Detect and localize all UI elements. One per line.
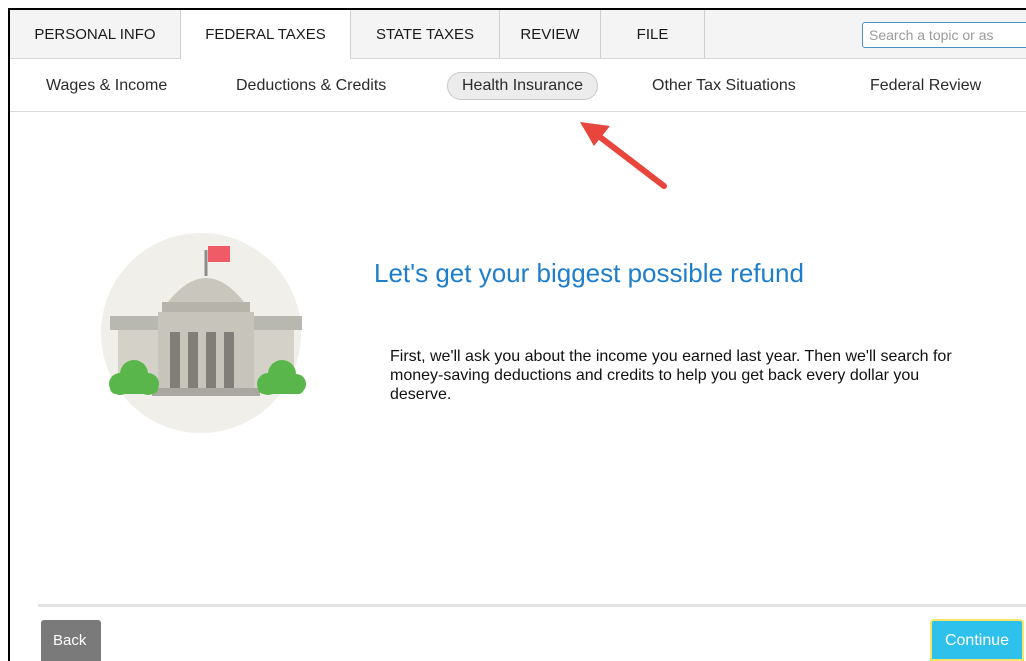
subnav-other-tax-situations[interactable]: Other Tax Situations bbox=[652, 73, 796, 99]
tab-review[interactable]: REVIEW bbox=[500, 10, 601, 58]
tab-file[interactable]: FILE bbox=[601, 10, 705, 58]
subnav-wages-income[interactable]: Wages & Income bbox=[46, 73, 167, 99]
footer-divider bbox=[38, 604, 1026, 607]
app-frame: PERSONAL INFO FEDERAL TAXES STATE TAXES … bbox=[8, 8, 1026, 661]
capitol-building-icon bbox=[101, 233, 306, 433]
subnav-federal-review[interactable]: Federal Review bbox=[870, 73, 981, 99]
tab-state-taxes[interactable]: STATE TAXES bbox=[351, 10, 500, 58]
back-button[interactable]: Back bbox=[41, 620, 101, 661]
top-tab-bar: PERSONAL INFO FEDERAL TAXES STATE TAXES … bbox=[10, 10, 1026, 59]
subnav-deductions-credits[interactable]: Deductions & Credits bbox=[236, 73, 386, 99]
sub-navigation: Wages & Income Deductions & Credits Heal… bbox=[10, 59, 1026, 112]
red-arrow-icon bbox=[580, 122, 667, 189]
tab-personal-info[interactable]: PERSONAL INFO bbox=[10, 10, 181, 58]
flag-icon bbox=[208, 246, 230, 262]
continue-button[interactable]: Continue bbox=[930, 619, 1024, 661]
tab-federal-taxes[interactable]: FEDERAL TAXES bbox=[181, 10, 351, 59]
subnav-health-insurance[interactable]: Health Insurance bbox=[447, 72, 598, 100]
intro-paragraph: First, we'll ask you about the income yo… bbox=[390, 348, 952, 403]
search-input[interactable] bbox=[862, 22, 1026, 48]
page-title: Let's get your biggest possible refund bbox=[374, 258, 804, 288]
